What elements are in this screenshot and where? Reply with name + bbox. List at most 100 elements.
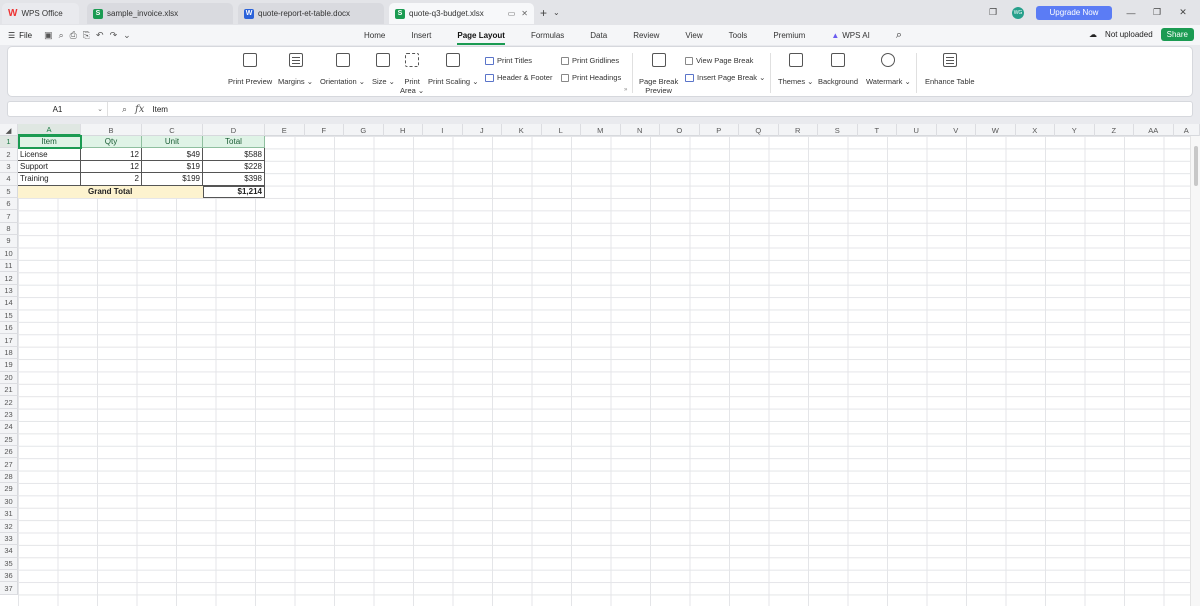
search-doc-icon[interactable]: ⌕: [59, 30, 64, 41]
column-header[interactable]: T: [858, 124, 897, 136]
column-header[interactable]: M: [581, 124, 621, 136]
page-break-preview-button[interactable]: Page Break Preview: [639, 53, 678, 95]
table-cell[interactable]: Support: [18, 160, 81, 174]
row-header[interactable]: 6: [0, 198, 18, 211]
grand-total-label[interactable]: Grand Total: [18, 185, 203, 198]
column-header[interactable]: G: [344, 124, 384, 136]
watermark-button[interactable]: Watermark ⌄: [866, 53, 911, 86]
row-header[interactable]: 25: [0, 433, 18, 446]
menu-formulas[interactable]: Formulas: [531, 25, 564, 45]
row-header[interactable]: 18: [0, 346, 18, 360]
print-gridlines-check[interactable]: [561, 56, 569, 65]
header-footer-button[interactable]: Header & Footer: [485, 73, 552, 82]
row-header[interactable]: 4: [0, 173, 18, 186]
menu-view[interactable]: View: [685, 25, 702, 45]
row-header[interactable]: 19: [0, 359, 18, 372]
row-header[interactable]: 1: [0, 136, 18, 149]
column-header[interactable]: A: [18, 124, 81, 136]
row-header[interactable]: 32: [0, 520, 18, 533]
row-header[interactable]: 37: [0, 582, 18, 595]
menu-page-layout[interactable]: Page Layout: [457, 25, 505, 45]
column-header[interactable]: N: [621, 124, 660, 136]
save-icon[interactable]: ▣: [44, 30, 53, 41]
column-header[interactable]: L: [542, 124, 581, 136]
menu-review[interactable]: Review: [633, 25, 659, 45]
row-header[interactable]: 5: [0, 185, 18, 198]
more-chevron-icon[interactable]: ⌄: [123, 30, 131, 41]
print-preview-icon[interactable]: ⎘: [83, 30, 90, 41]
column-header[interactable]: C: [142, 124, 203, 136]
margins-button[interactable]: Margins ⌄: [278, 53, 313, 86]
table-cell[interactable]: 12: [81, 148, 142, 161]
row-header[interactable]: 33: [0, 532, 18, 546]
dialog-launcher-icon[interactable]: »: [624, 87, 627, 93]
name-box[interactable]: A1 ⌄: [8, 102, 108, 116]
search-icon[interactable]: ⌕: [896, 25, 902, 45]
row-header[interactable]: 11: [0, 260, 18, 273]
menu-tools[interactable]: Tools: [729, 25, 748, 45]
column-header[interactable]: Z: [1095, 124, 1134, 136]
menu-data[interactable]: Data: [590, 25, 607, 45]
themes-button[interactable]: Themes ⌄: [778, 53, 813, 86]
header-cell-total[interactable]: Total: [203, 136, 265, 149]
row-header[interactable]: 35: [0, 557, 18, 570]
column-header[interactable]: P: [700, 124, 739, 136]
column-header[interactable]: O: [660, 124, 700, 136]
row-header[interactable]: 31: [0, 508, 18, 521]
tab-list-chevron-icon[interactable]: ⌄: [553, 8, 560, 17]
function-icon[interactable]: fx: [135, 104, 144, 115]
row-header[interactable]: 7: [0, 210, 18, 223]
print-headings-check[interactable]: [561, 73, 569, 82]
print-titles-button[interactable]: Print Titles: [485, 56, 532, 65]
table-cell[interactable]: $398: [203, 173, 265, 186]
column-header[interactable]: Q: [739, 124, 779, 136]
grand-total-value[interactable]: $1,214: [203, 185, 265, 198]
print-gridlines-checkbox[interactable]: Print Gridlines: [561, 56, 619, 65]
view-page-break-check[interactable]: [685, 56, 693, 65]
row-header[interactable]: 3: [0, 160, 18, 174]
print-preview-button[interactable]: Print Preview: [228, 53, 272, 86]
row-header[interactable]: 26: [0, 446, 18, 459]
background-button[interactable]: Background: [818, 53, 858, 86]
tab-quote-q3-budget[interactable]: S quote-q3-budget.xlsx ▭ ✕: [389, 3, 534, 24]
menu-insert[interactable]: Insert: [411, 25, 431, 45]
column-header[interactable]: I: [423, 124, 463, 136]
menu-home[interactable]: Home: [364, 25, 385, 45]
column-header[interactable]: A: [1174, 124, 1200, 136]
column-header[interactable]: K: [502, 124, 542, 136]
size-button[interactable]: Size ⌄: [372, 53, 395, 86]
file-menu[interactable]: ☰ File: [8, 31, 32, 40]
formula-input[interactable]: Item: [152, 105, 168, 114]
row-header[interactable]: 2: [0, 148, 18, 161]
row-header[interactable]: 12: [0, 272, 18, 285]
orientation-button[interactable]: Orientation ⌄: [320, 53, 365, 86]
row-header[interactable]: 28: [0, 470, 18, 484]
row-header[interactable]: 14: [0, 297, 18, 310]
menu-premium[interactable]: Premium: [773, 25, 805, 45]
share-button[interactable]: Share: [1160, 28, 1194, 41]
table-cell[interactable]: 12: [81, 160, 142, 174]
print-icon[interactable]: ⎙: [70, 30, 77, 41]
column-header[interactable]: V: [937, 124, 976, 136]
redo-icon[interactable]: ↷: [110, 30, 118, 41]
row-header[interactable]: 36: [0, 570, 18, 583]
row-header[interactable]: 9: [0, 235, 18, 248]
row-header[interactable]: 27: [0, 458, 18, 471]
column-header[interactable]: R: [779, 124, 818, 136]
row-header[interactable]: 21: [0, 384, 18, 397]
undo-icon[interactable]: ↶: [96, 30, 104, 41]
print-scaling-button[interactable]: Print Scaling ⌄: [428, 53, 478, 86]
column-header[interactable]: H: [384, 124, 423, 136]
row-header[interactable]: 20: [0, 371, 18, 384]
maximize-icon[interactable]: ❐: [1150, 7, 1164, 18]
menu-wps-ai[interactable]: ▲ WPS AI: [831, 25, 869, 45]
row-header[interactable]: 8: [0, 222, 18, 236]
window-icon[interactable]: ▭: [508, 9, 516, 18]
column-header[interactable]: E: [265, 124, 305, 136]
column-header[interactable]: Y: [1055, 124, 1095, 136]
header-cell-unit[interactable]: Unit: [142, 136, 203, 149]
row-header[interactable]: 16: [0, 322, 18, 335]
tab-quote-report[interactable]: W quote-report-et-table.docx: [238, 3, 384, 24]
select-all-corner[interactable]: ◢: [0, 124, 18, 136]
vertical-scrollbar[interactable]: [1190, 136, 1200, 606]
